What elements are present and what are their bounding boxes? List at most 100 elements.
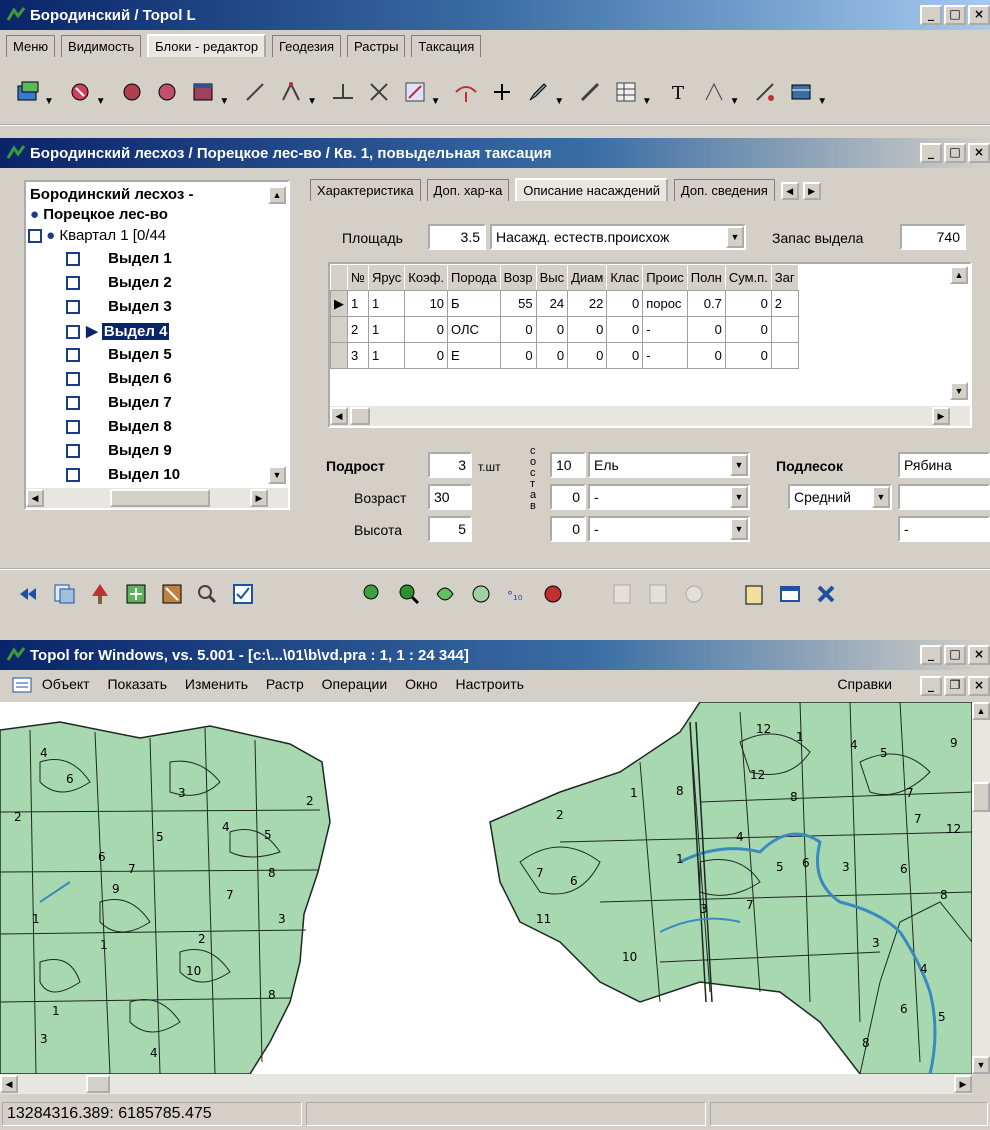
cell[interactable]: 0: [404, 342, 449, 369]
cell[interactable]: 0: [499, 316, 537, 343]
checkbox[interactable]: [28, 229, 42, 244]
tab-stand-description[interactable]: Описание насаждений: [515, 178, 669, 201]
cell[interactable]: 0: [499, 342, 537, 369]
checkbox[interactable]: [66, 468, 80, 483]
tab-extra-characteristic[interactable]: Доп. хар-ка: [426, 179, 510, 201]
underbrush-density-select[interactable]: Средний ▼: [788, 484, 892, 510]
cell[interactable]: 0: [567, 342, 608, 369]
tab-blocks-editor[interactable]: Блоки - редактор: [147, 34, 267, 57]
bug-icon[interactable]: [541, 582, 565, 606]
cell[interactable]: 1: [367, 316, 406, 343]
map-vertical-scrollbar[interactable]: ▲ ▼: [972, 702, 990, 1074]
clipboard-icon[interactable]: [742, 582, 766, 606]
scroll-right-button[interactable]: ▶: [250, 489, 268, 507]
cell[interactable]: 1: [367, 290, 406, 317]
checkbox[interactable]: [66, 300, 80, 315]
cell[interactable]: 1: [367, 342, 406, 369]
scroll-thumb[interactable]: [110, 489, 210, 507]
menu-raster[interactable]: Растр: [266, 676, 304, 692]
tree-plot-9[interactable]: Выдел 9: [66, 442, 172, 459]
chevron-down-icon[interactable]: ▼: [730, 518, 748, 540]
table-horizontal-scrollbar[interactable]: ◀ ▶: [330, 406, 970, 426]
underbrush-extra-field-2[interactable]: -: [898, 516, 990, 542]
composition-coef-3[interactable]: 0: [550, 516, 586, 542]
table-row[interactable]: 3 1 0 Е 0 0 0 0 - 0 0: [330, 342, 799, 369]
report-icon[interactable]: [610, 582, 634, 606]
close-button[interactable]: ×: [968, 676, 990, 696]
tree-plot-7[interactable]: Выдел 7: [66, 394, 172, 411]
tab-taxation[interactable]: Таксация: [411, 35, 482, 57]
layer-icon[interactable]: [16, 80, 40, 104]
tree-plot-6[interactable]: Выдел 6: [66, 370, 172, 387]
tree-quarter[interactable]: ● Квартал 1 [0/44: [28, 227, 166, 244]
maximize-button[interactable]: □: [944, 143, 966, 163]
label-icon[interactable]: [702, 80, 726, 104]
checkbox[interactable]: [66, 252, 80, 267]
stock-field[interactable]: 740: [900, 224, 966, 250]
cell[interactable]: Е: [447, 342, 501, 369]
cell[interactable]: [770, 342, 799, 369]
chevron-down-icon[interactable]: ▼: [730, 486, 748, 508]
zoom-plot-icon[interactable]: [397, 582, 421, 606]
undergrowth-age-field[interactable]: 30: [428, 484, 472, 510]
checkbox[interactable]: [66, 444, 80, 459]
scroll-down-button[interactable]: ▼: [972, 1056, 990, 1074]
tree-plot-8[interactable]: Выдел 8: [66, 418, 172, 435]
chevron-down-icon[interactable]: ▼: [730, 96, 740, 107]
col-header[interactable]: Заг: [770, 264, 799, 291]
underbrush-species-field[interactable]: Рябина: [898, 452, 990, 478]
tab-visibility[interactable]: Видимость: [61, 35, 142, 57]
cell[interactable]: 2: [347, 316, 369, 343]
menu-operations[interactable]: Операции: [322, 676, 388, 692]
tab-geodesy[interactable]: Геодезия: [271, 35, 342, 57]
chevron-down-icon[interactable]: ▼: [431, 96, 441, 107]
insert-record-icon[interactable]: [124, 582, 148, 606]
cell[interactable]: 0.7: [686, 290, 726, 317]
col-header[interactable]: Проис: [642, 264, 688, 291]
minimize-button[interactable]: _: [920, 645, 942, 665]
forest-map[interactable]: [0, 702, 972, 1074]
col-header[interactable]: Порода: [447, 264, 501, 291]
table-icon[interactable]: [614, 80, 638, 104]
checkbox[interactable]: [66, 276, 80, 291]
menu-edit[interactable]: Изменить: [185, 676, 248, 692]
delete-record-icon[interactable]: [160, 582, 184, 606]
scroll-up-button[interactable]: ▲: [972, 702, 990, 720]
cell[interactable]: 0: [535, 316, 569, 343]
close-button[interactable]: ×: [968, 645, 990, 665]
units-icon[interactable]: °₁₀: [505, 582, 529, 606]
cell[interactable]: 0: [724, 316, 772, 343]
cell[interactable]: ОЛС: [447, 316, 501, 343]
col-header[interactable]: Клас: [606, 264, 644, 291]
cell[interactable]: 0: [686, 342, 726, 369]
scroll-down-button[interactable]: ▼: [268, 466, 286, 484]
cell[interactable]: 0: [535, 342, 569, 369]
chevron-down-icon[interactable]: ▼: [219, 96, 229, 107]
menu-show[interactable]: Показать: [107, 676, 167, 692]
checkbox[interactable]: [66, 372, 80, 387]
chevron-down-icon[interactable]: ▼: [307, 96, 317, 107]
cell[interactable]: 0: [686, 316, 726, 343]
measure-icon[interactable]: [753, 80, 777, 104]
first-record-icon[interactable]: [16, 582, 40, 606]
tree-plot-4[interactable]: ▶ Выдел 4: [66, 322, 170, 340]
path-icon[interactable]: [454, 80, 478, 104]
cell[interactable]: 0: [567, 316, 608, 343]
menu-settings[interactable]: Настроить: [456, 676, 524, 692]
chevron-down-icon[interactable]: ▼: [96, 96, 106, 107]
tree-plot-10[interactable]: Выдел 10: [66, 466, 180, 483]
cell[interactable]: 3: [347, 342, 369, 369]
window-icon[interactable]: [191, 80, 215, 104]
select-object-icon[interactable]: [68, 80, 92, 104]
table-row[interactable]: 2 1 0 ОЛС 0 0 0 0 - 0 0: [330, 316, 799, 343]
block-edit-icon[interactable]: [120, 80, 144, 104]
undergrowth-count-field[interactable]: 3: [428, 452, 472, 478]
tree-plot-2[interactable]: Выдел 2: [66, 274, 172, 291]
menu-window[interactable]: Окно: [405, 676, 438, 692]
col-header[interactable]: Выс: [535, 264, 569, 291]
restore-button[interactable]: ❐: [944, 676, 966, 696]
stand-type-select[interactable]: Насажд. естеств.происхож ▼: [490, 224, 746, 250]
point-icon[interactable]: [490, 80, 514, 104]
composition-species-1[interactable]: Ель ▼: [588, 452, 750, 478]
cell[interactable]: 24: [535, 290, 569, 317]
